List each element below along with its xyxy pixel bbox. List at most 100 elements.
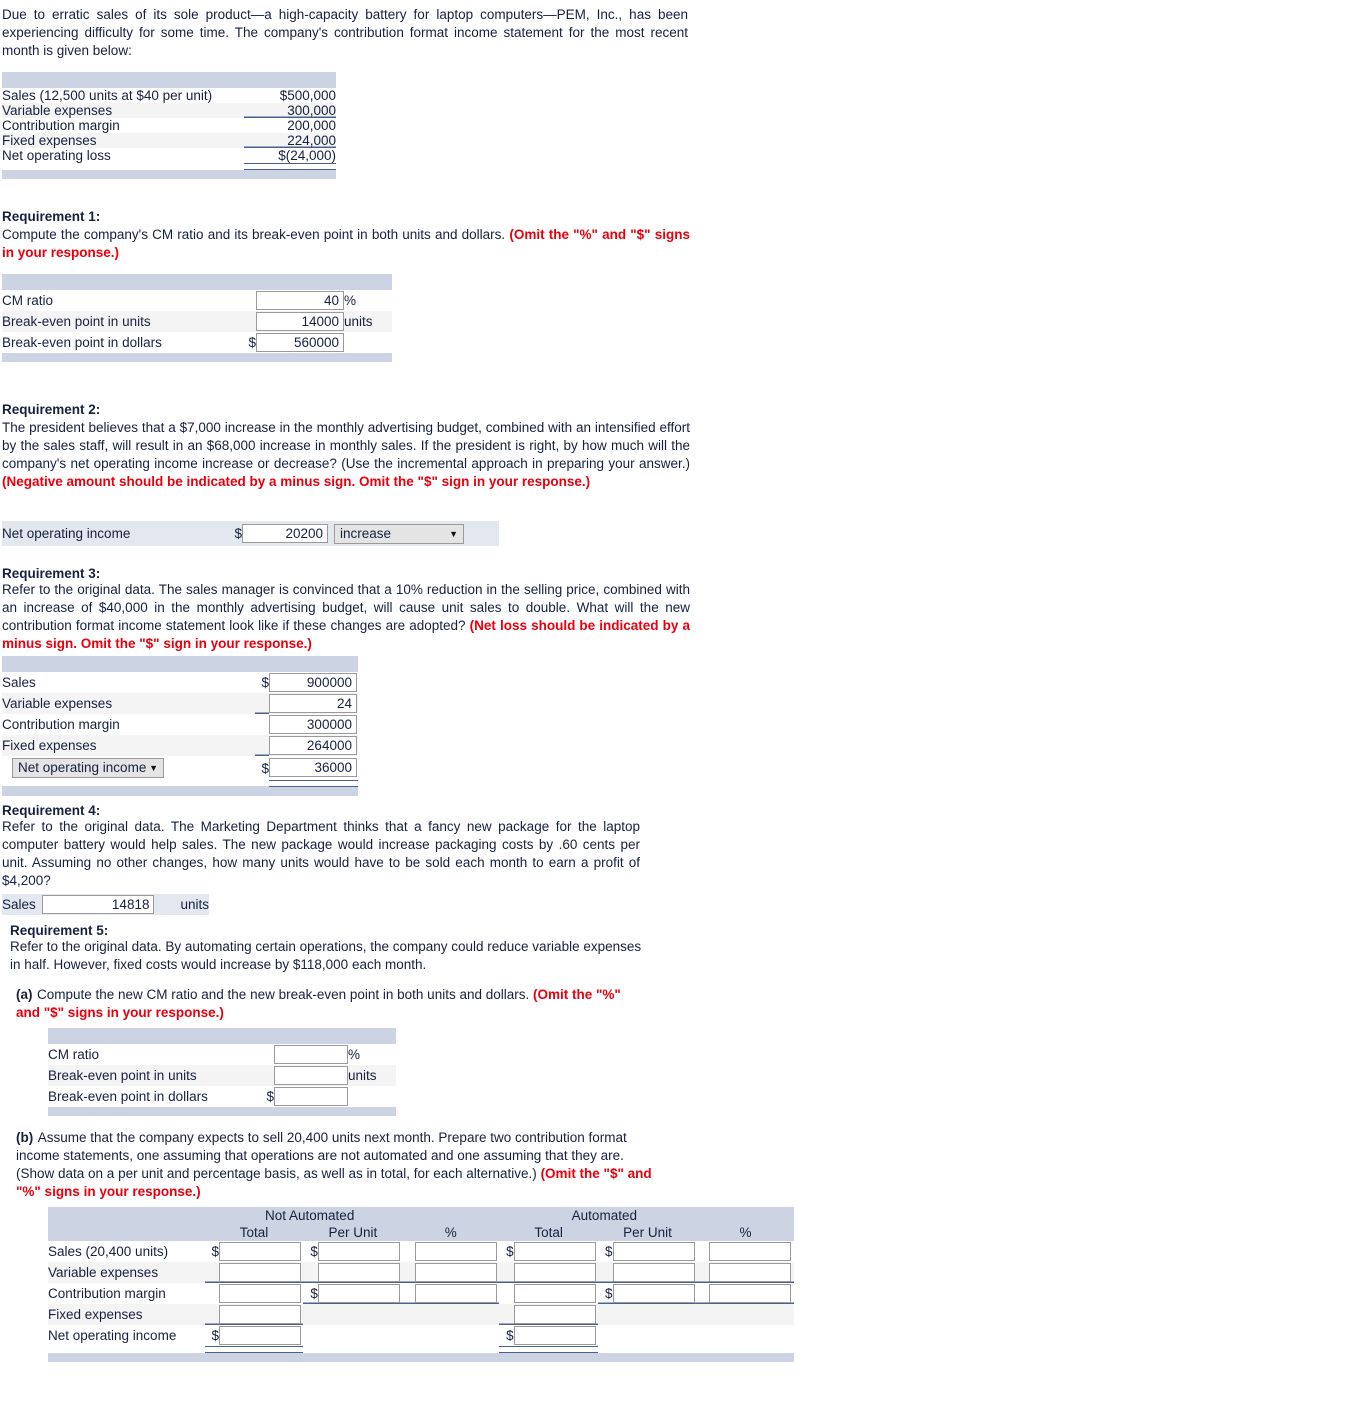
band-bottom — [2, 169, 336, 179]
col-header-percent-1: % — [444, 1225, 457, 1240]
col-header-perunit-2: Per Unit — [623, 1225, 672, 1240]
direction-select[interactable]: increase ▼ — [334, 523, 464, 544]
net-operating-income-select[interactable]: Net operating income ▼ — [12, 758, 164, 778]
input-cell — [513, 1241, 598, 1262]
prompt-note: (Negative amount should be indicated by … — [2, 474, 591, 489]
varexp-percent-a-input[interactable] — [709, 1263, 792, 1282]
input-cell: 20200 — [242, 521, 328, 546]
sales-percent-na-input[interactable] — [414, 1242, 497, 1261]
table-row: Net operating income ▼ $ 36000 — [2, 756, 358, 780]
select-cell: increase ▼ — [328, 521, 499, 546]
row-label: Fixed expenses — [2, 738, 97, 753]
row-label: Break-even point in dollars — [2, 335, 162, 350]
cm-percent-a-input[interactable] — [709, 1284, 792, 1303]
dollar-cell — [499, 1304, 513, 1325]
requirement-1-prompt: Compute the company's CM ratio and its b… — [2, 226, 690, 262]
cm-total-na-input[interactable] — [219, 1284, 302, 1303]
input-cell: 36000 — [268, 756, 358, 780]
input-cell — [414, 1283, 499, 1304]
table-row: Break-even point in dollars $ — [48, 1086, 396, 1107]
band-top — [2, 274, 392, 290]
requirement-2-title: Requirement 2: — [2, 402, 101, 417]
sales-perunit-a-input[interactable] — [612, 1242, 695, 1261]
dollar-sign — [255, 693, 269, 714]
dollar-sign: $ — [303, 1283, 318, 1304]
row-label: Break-even point in dollars — [48, 1089, 208, 1104]
row-label: Sales (12,500 units at $40 per unit) — [2, 88, 213, 103]
input-cell: 14000 — [256, 311, 344, 332]
dollar-sign: $ — [211, 1328, 220, 1343]
input-cell — [219, 1262, 303, 1283]
chevron-down-icon: ▼ — [149, 763, 158, 773]
break-even-units-input[interactable]: 14000 — [256, 312, 344, 331]
select-cell: Net operating income ▼ — [2, 756, 255, 780]
table-row: Sales (12,500 units at $40 per unit) $50… — [2, 88, 336, 103]
cm-perunit-na-input[interactable] — [317, 1284, 400, 1303]
cm-percent-na-input[interactable] — [414, 1284, 497, 1303]
input-cell — [513, 1283, 598, 1304]
dollar-cell — [598, 1262, 612, 1283]
cm-total-a-input[interactable] — [513, 1284, 596, 1303]
dollar-cell — [205, 1262, 219, 1283]
row-suffix — [344, 332, 392, 353]
group-header-not-automated: Not Automated — [265, 1208, 355, 1223]
requirement-5a-table: CM ratio % Break-even point in units uni… — [48, 1028, 396, 1116]
sales-total-a-input[interactable] — [513, 1242, 596, 1261]
band-bottom — [2, 786, 358, 796]
band-top — [2, 72, 336, 88]
fixedexp-total-a-input[interactable] — [513, 1305, 596, 1324]
varexp-percent-na-input[interactable] — [414, 1263, 497, 1282]
income-statement: Sales (12,500 units at $40 per unit) $50… — [2, 72, 336, 179]
row-value: 224,000 — [244, 133, 336, 148]
row-label: Break-even point in units — [48, 1068, 197, 1083]
net-operating-income-value-input[interactable]: 36000 — [268, 758, 357, 778]
varexp-total-na-input[interactable] — [219, 1263, 302, 1282]
row-label: Contribution margin — [48, 1286, 166, 1301]
new-cm-ratio-input[interactable] — [274, 1045, 348, 1064]
input-cell — [709, 1283, 794, 1304]
row-label: Net operating income — [48, 1328, 177, 1344]
contribution-margin-input[interactable]: 300000 — [268, 715, 357, 734]
sales-perunit-na-input[interactable] — [317, 1242, 400, 1261]
noi-total-a-input[interactable] — [513, 1326, 596, 1345]
varexp-perunit-a-input[interactable] — [612, 1263, 695, 1282]
cm-ratio-input[interactable]: 40 — [256, 291, 344, 310]
fixedexp-total-na-input[interactable] — [219, 1305, 302, 1324]
table-row: Contribution margin 300000 — [2, 714, 358, 735]
input-cell: 300000 — [268, 714, 358, 735]
dollar-cell — [303, 1262, 317, 1283]
col-header-total-2: Total — [534, 1225, 563, 1240]
row-suffix — [348, 1086, 396, 1107]
intro-paragraph: Due to erratic sales of its sole product… — [2, 7, 688, 58]
dollar-cell — [499, 1283, 513, 1304]
dollar-sign: $ — [248, 335, 256, 350]
sales-percent-a-input[interactable] — [709, 1242, 792, 1261]
sales-input[interactable]: 900000 — [268, 673, 357, 692]
noi-total-na-input[interactable] — [219, 1326, 302, 1345]
new-break-even-dollars-input[interactable] — [274, 1087, 348, 1106]
input-cell — [612, 1262, 697, 1283]
table-row: Sales (20,400 units) $ $ $ $ — [48, 1241, 794, 1262]
requirement-1-table: CM ratio 40 % Break-even point in units … — [2, 274, 392, 362]
row-label: Fixed expenses — [48, 1307, 143, 1322]
variable-expenses-input[interactable]: 24 — [268, 694, 357, 713]
required-sales-units-input[interactable]: 14818 — [42, 895, 155, 914]
new-break-even-units-input[interactable] — [274, 1066, 348, 1085]
dollar-sign: $ — [261, 675, 269, 690]
input-cell: 14818 — [42, 894, 155, 915]
group-header-row: Not Automated Automated — [48, 1207, 794, 1224]
varexp-perunit-na-input[interactable] — [317, 1263, 400, 1282]
break-even-dollars-input[interactable]: 560000 — [256, 333, 344, 352]
cm-perunit-a-input[interactable] — [612, 1284, 695, 1303]
row-label: CM ratio — [48, 1047, 100, 1062]
fixed-expenses-input[interactable]: 264000 — [268, 736, 357, 755]
dollar-sign — [242, 311, 256, 332]
dollar-cell — [499, 1262, 513, 1283]
table-row: Break-even point in units units — [48, 1065, 396, 1086]
income-statement-table: Sales (12,500 units at $40 per unit) $50… — [2, 72, 336, 179]
table-row: Variable expenses 24 — [2, 693, 358, 714]
varexp-total-a-input[interactable] — [513, 1263, 596, 1282]
sales-total-na-input[interactable] — [219, 1242, 302, 1261]
net-operating-income-input[interactable]: 20200 — [242, 524, 328, 543]
row-label: Fixed expenses — [2, 133, 97, 148]
